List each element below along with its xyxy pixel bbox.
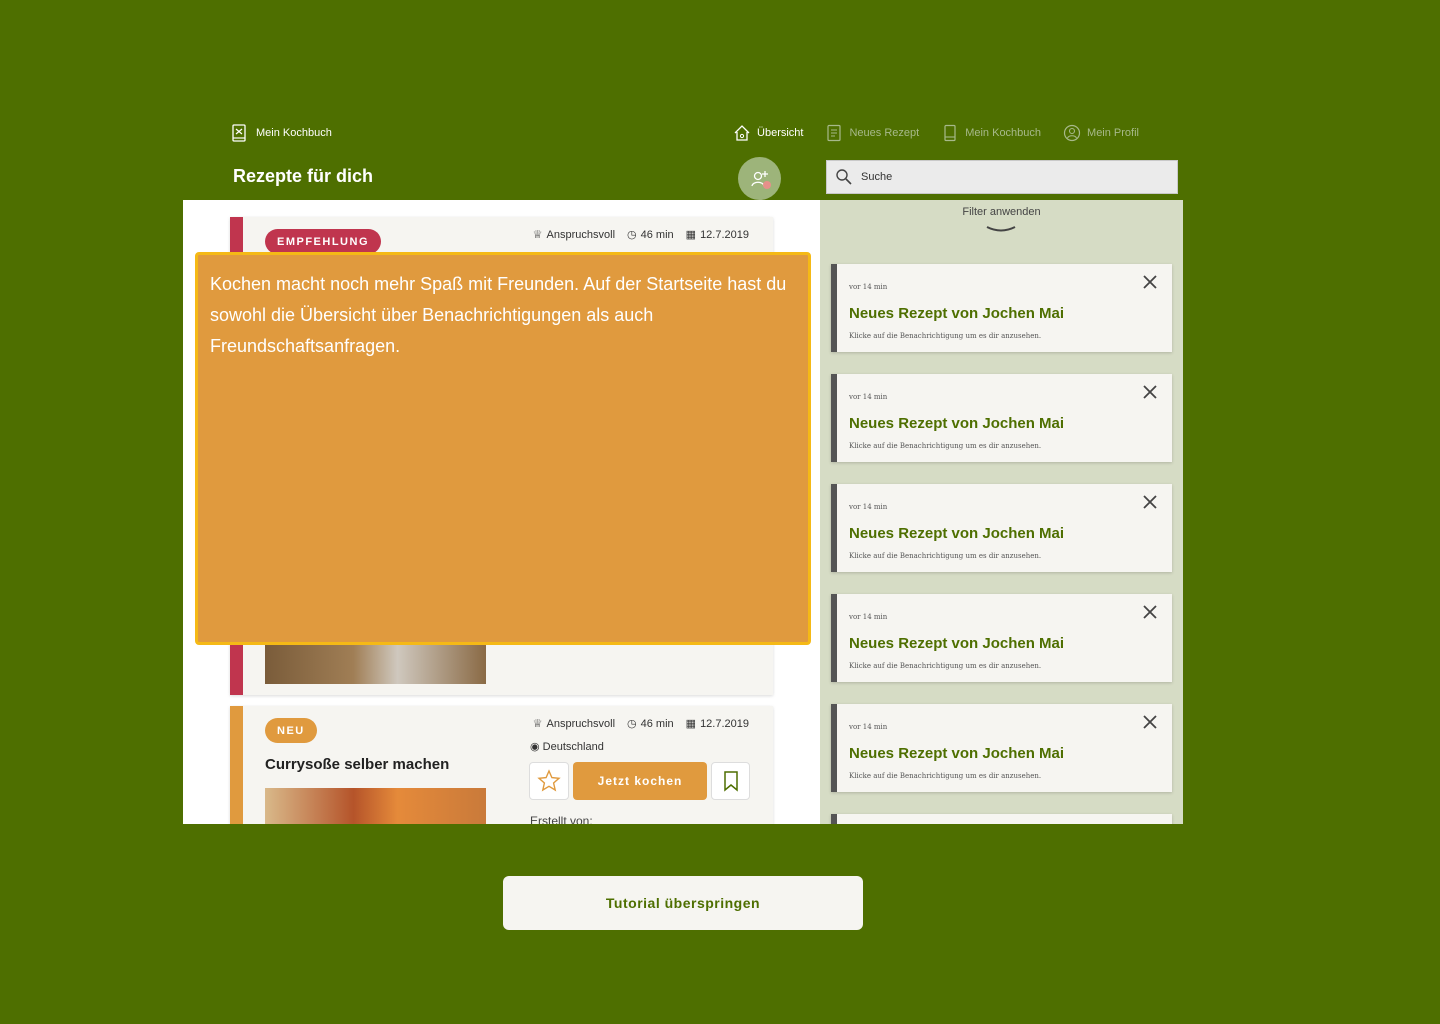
date: ▦ 12.7.2019 [686, 228, 749, 241]
nav-label-uebersicht: Übersicht [757, 127, 804, 139]
skip-tutorial-button[interactable]: Tutorial überspringen [503, 876, 863, 930]
globe-icon: ◉ [530, 741, 543, 753]
notification-sidebar[interactable]: Filter anwenden vor 14 min Neues Rezept … [820, 200, 1183, 824]
nav-label-mein-profil: Mein Profil [1087, 127, 1139, 139]
notification-title: Neues Rezept von Jochen Mai [849, 305, 1065, 322]
close-icon[interactable] [1142, 714, 1158, 730]
difficulty-label: Anspruchsvoll [546, 718, 616, 730]
notification-desc: Klicke auf die Benachrichtigung um es di… [849, 332, 1042, 340]
country-label: Deutschland [542, 741, 604, 753]
nav-item-mein-profil[interactable]: Mein Profil [1063, 124, 1139, 142]
close-icon[interactable] [1142, 494, 1158, 510]
created-by: Erstellt von: [530, 814, 593, 824]
nav-label-mein-kochbuch: Mein Kochbuch [965, 127, 1042, 139]
notification-title: Neues Rezept von Jochen Mai [849, 525, 1065, 542]
nav-item-neues-rezept[interactable]: Neues Rezept [825, 124, 919, 142]
favorite-button[interactable] [529, 762, 569, 800]
main-nav: Übersicht Neues Rezept Mein Kochbuch Mei… [733, 124, 1139, 142]
difficulty-label: Anspruchsvoll [546, 229, 616, 241]
notification-card[interactable]: vor 14 min Neues Rezept von Jochen Mai K… [831, 264, 1172, 352]
calendar-icon: ▦ [685, 229, 697, 241]
notification-time: vor 14 min [849, 613, 888, 621]
notification-desc: Klicke auf die Benachrichtigung um es di… [849, 772, 1042, 780]
notification-time: vor 14 min [849, 503, 888, 511]
date: ▦ 12.7.2019 [686, 717, 749, 730]
notification-card-partial[interactable] [831, 814, 1172, 824]
recipe-title[interactable]: Currysoße selber machen [265, 756, 449, 773]
recipe-card[interactable]: NEU ♕ Anspruchsvoll ◷ 46 min ▦ 12.7.2019 ◉ … [230, 706, 773, 824]
chef-hat-icon: ♕ [532, 718, 543, 730]
card-stripe [230, 706, 243, 824]
notification-dot [763, 181, 771, 189]
document-icon [827, 124, 842, 142]
date-label: 12.7.2019 [700, 229, 749, 241]
notification-desc: Klicke auf die Benachrichtigung um es di… [849, 552, 1042, 560]
chevron-down-icon[interactable] [985, 225, 1017, 235]
nav-item-uebersicht[interactable]: Übersicht [733, 124, 803, 142]
notification-card[interactable]: vor 14 min Neues Rezept von Jochen Mai K… [831, 484, 1172, 572]
duration-label: 46 min [640, 718, 674, 730]
notification-desc: Klicke auf die Benachrichtigung um es di… [849, 442, 1042, 450]
recipe-image[interactable] [265, 788, 486, 824]
profile-icon [1063, 124, 1081, 142]
page-title: Rezepte für dich [233, 166, 374, 186]
search-placeholder: Suche [861, 171, 893, 183]
nav-item-mein-kochbuch[interactable]: Mein Kochbuch [941, 124, 1041, 142]
notification-card[interactable]: vor 14 min Neues Rezept von Jochen Mai K… [831, 374, 1172, 462]
notification-card[interactable]: vor 14 min Neues Rezept von Jochen Mai K… [831, 704, 1172, 792]
recipe-meta: ♕ Anspruchsvoll ◷ 46 min ▦ 12.7.2019 [533, 717, 749, 730]
notification-time: vor 14 min [849, 393, 888, 401]
cook-now-button[interactable]: Jetzt kochen [573, 762, 707, 800]
notification-time: vor 14 min [849, 723, 888, 731]
book-icon [944, 124, 956, 142]
brand-label: Mein Kochbuch [256, 127, 332, 139]
filter-toggle[interactable]: Filter anwenden [820, 206, 1183, 218]
notification-desc: Klicke auf die Benachrichtigung um es di… [849, 662, 1042, 670]
filter-label: Filter anwenden [962, 206, 1041, 218]
clock-icon: ◷ [627, 229, 637, 241]
calendar-icon: ▦ [685, 718, 697, 730]
close-icon[interactable] [1142, 604, 1158, 620]
clock-icon: ◷ [627, 718, 637, 730]
close-icon[interactable] [1142, 384, 1158, 400]
notification-bar [831, 264, 837, 352]
brand[interactable]: Mein Kochbuch [230, 124, 332, 142]
top-bar: Mein Kochbuch Übersicht Neues Rezept Mei… [183, 110, 1183, 200]
badge-empfehlung: EMPFEHLUNG [265, 229, 381, 254]
duration-label: 46 min [640, 229, 674, 241]
notification-time: vor 14 min [849, 283, 888, 291]
date-label: 12.7.2019 [700, 718, 749, 730]
notification-title: Neues Rezept von Jochen Mai [849, 745, 1065, 762]
bookmark-icon [723, 771, 738, 792]
star-icon [537, 769, 561, 792]
tutorial-text: Kochen macht noch mehr Spaß mit Freunden… [210, 274, 792, 356]
notification-title: Neues Rezept von Jochen Mai [849, 635, 1065, 652]
notification-bar [831, 814, 837, 824]
search-icon [836, 169, 852, 185]
badge-neu: NEU [265, 718, 317, 743]
search-field[interactable]: Suche [826, 160, 1178, 194]
country: ◉ Deutschland [530, 740, 604, 753]
notification-bar [831, 484, 837, 572]
cookbook-icon [232, 124, 246, 142]
notification-title: Neues Rezept von Jochen Mai [849, 415, 1065, 432]
duration: ◷ 46 min [627, 717, 674, 730]
duration: ◷ 46 min [627, 228, 674, 241]
difficulty: ♕ Anspruchsvoll [533, 717, 615, 730]
notification-bar [831, 374, 837, 462]
bookmark-button[interactable] [711, 762, 750, 800]
tutorial-tooltip: Kochen macht noch mehr Spaß mit Freunden… [195, 252, 811, 645]
difficulty: ♕ Anspruchsvoll [533, 228, 615, 241]
recipe-meta: ♕ Anspruchsvoll ◷ 46 min ▦ 12.7.2019 [533, 228, 749, 241]
home-icon [734, 125, 750, 141]
notification-bar [831, 594, 837, 682]
notification-card[interactable]: vor 14 min Neues Rezept von Jochen Mai K… [831, 594, 1172, 682]
notification-bar [831, 704, 837, 792]
close-icon[interactable] [1142, 274, 1158, 290]
add-friend-button[interactable] [738, 157, 781, 200]
chef-hat-icon: ♕ [532, 229, 543, 241]
nav-label-neues-rezept: Neues Rezept [849, 127, 920, 139]
